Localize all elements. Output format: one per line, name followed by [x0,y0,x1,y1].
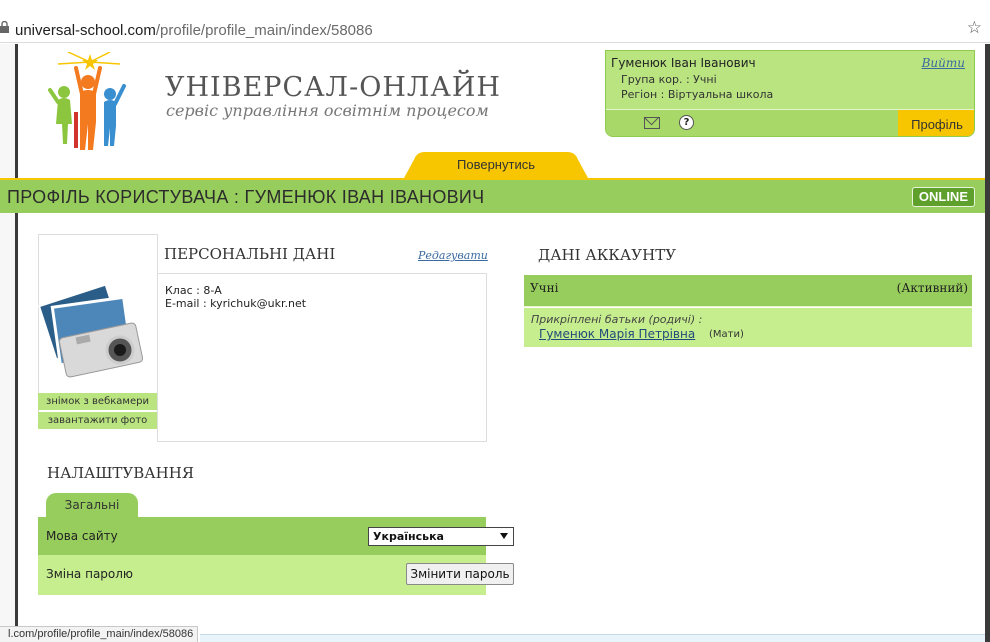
bottom-scroll-area [200,634,985,642]
logout-link[interactable]: Вийти [922,56,965,70]
lock-icon [0,21,9,33]
upload-photo-link[interactable]: завантажити фото [38,412,157,429]
account-status: (Активний) [896,281,968,295]
logo-subtitle: сервіс управління освітнім процесом [166,101,489,120]
edit-link[interactable]: Редагувати [418,249,488,262]
parent-relation: (Мати) [709,329,744,340]
change-password-button[interactable]: Змінити пароль [406,563,514,585]
url-path: /profile/profile_main/index/58086 [155,22,373,39]
logo-children-icon[interactable] [48,52,128,152]
page-title-bar: ПРОФІЛЬ КОРИСТУВАЧА : ГУМЕНЮК ІВАН ІВАНО… [0,178,985,213]
webcam-snapshot-link[interactable]: знімок з вебкамери [38,393,157,410]
user-name: Гуменюк Іван Іванович [611,56,756,70]
user-group: Група кор. : Учні [621,73,717,86]
user-panel-toolbar: ? Профіль [606,109,974,136]
address-url[interactable]: universal-school.com/profile/profile_mai… [15,22,373,39]
chevron-down-icon [500,533,508,539]
language-setting-row: Мова сайту Українська [38,517,514,555]
camera-placeholder-icon [38,283,144,378]
left-border [0,44,18,642]
browser-address-bar[interactable]: universal-school.com/profile/profile_mai… [0,0,990,43]
profile-button[interactable]: Профіль [898,110,974,136]
page-title: ПРОФІЛЬ КОРИСТУВАЧА : ГУМЕНЮК ІВАН ІВАНО… [7,187,485,207]
language-select[interactable]: Українська [368,527,514,546]
user-region: Регіон : Віртуальна школа [621,88,774,101]
url-host: universal-school.com [15,22,156,39]
language-label: Мова сайту [46,529,118,543]
password-label: Зміна паролю [46,567,134,581]
tab-general[interactable]: Загальні [46,493,138,518]
mail-icon[interactable] [644,117,660,129]
personal-data-box: Клас : 8-А E-mail : kyrichuk@ukr.net [157,273,487,442]
account-role-row: Учні (Активний) [524,275,972,307]
bookmark-star-icon[interactable]: ☆ [967,18,982,38]
back-tab[interactable]: Повернутись [404,152,588,178]
parent-name-link[interactable]: Гуменюк Марія Петрівна [539,327,695,341]
logo-title[interactable]: УНІВЕРСАЛ-ОНЛАЙН [165,72,501,103]
right-border [985,44,990,642]
personal-data-heading: ПЕРСОНАЛЬНІ ДАНІ [164,245,336,263]
email-line: E-mail : kyrichuk@ukr.net [165,297,307,310]
account-role: Учні [530,281,559,295]
status-bar-url: l.com/profile/profile_main/index/58086 [0,626,199,642]
settings-heading: НАЛАШТУВАННЯ [47,464,194,482]
account-parents-row: Прикріплені батьки (родичі) : Гуменюк Ма… [524,308,972,347]
class-line: Клас : 8-А [165,284,222,297]
password-setting-row: Зміна паролю Змінити пароль [38,555,514,595]
online-badge: ONLINE [911,187,975,207]
help-icon[interactable]: ? [679,115,694,130]
account-data-heading: ДАНІ АККАУНТУ [538,246,677,264]
language-selected-value: Українська [373,530,444,543]
user-panel: Гуменюк Іван Іванович Вийти Група кор. :… [605,50,975,137]
parents-label: Прикріплені батьки (родичі) : [531,313,703,326]
